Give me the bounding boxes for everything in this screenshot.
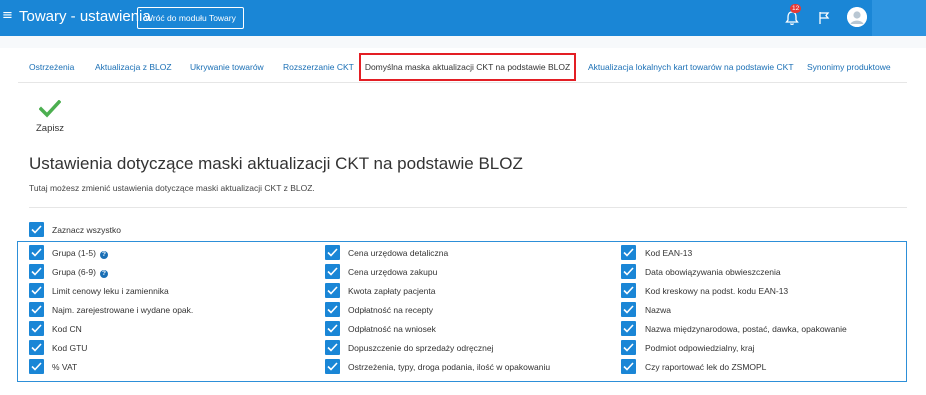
tab-rozszerzanie-ckt[interactable]: Rozszerzanie CKT <box>283 62 354 72</box>
tab-aktualizacja-lokalnych-kart[interactable]: Aktualizacja lokalnych kart towarów na p… <box>588 62 794 72</box>
option-label: Kod EAN-13 <box>645 248 693 258</box>
section-divider <box>29 207 907 208</box>
option-label: Kwota zapłaty pacjenta <box>348 286 436 296</box>
option-checkbox[interactable] <box>621 359 636 374</box>
option-checkbox[interactable] <box>621 283 636 298</box>
tab-ukrywanie-towarow[interactable]: Ukrywanie towarów <box>190 62 264 72</box>
option-checkbox[interactable] <box>325 340 340 355</box>
option-label: Kod GTU <box>52 343 88 353</box>
bell-icon[interactable]: 12 <box>785 4 802 26</box>
option-checkbox[interactable] <box>29 283 44 298</box>
option-checkbox[interactable] <box>29 264 44 279</box>
menu-icon[interactable]: ≡ <box>2 8 13 23</box>
page-title: Towary - ustawienia <box>19 8 151 25</box>
section-description: Tutaj możesz zmienić ustawienia dotycząc… <box>29 183 315 193</box>
option-label: Odpłatność na wniosek <box>348 324 436 334</box>
option-label: Dopuszczenie do sprzedaży odręcznej <box>348 343 494 353</box>
option-checkbox[interactable] <box>621 321 636 336</box>
option-checkbox[interactable] <box>621 264 636 279</box>
option-checkbox[interactable] <box>325 283 340 298</box>
option-label: Czy raportować lek do ZSMOPL <box>645 362 767 372</box>
option-label: Grupa (1-5)? <box>52 248 108 259</box>
option-checkbox[interactable] <box>325 245 340 260</box>
option-checkbox[interactable] <box>29 340 44 355</box>
save-label: Zapisz <box>36 123 64 134</box>
option-checkbox[interactable] <box>621 245 636 260</box>
avatar-icon[interactable] <box>847 7 867 27</box>
section-title: Ustawienia dotyczące maski aktualizacji … <box>29 154 523 173</box>
save-button[interactable]: Zapisz <box>30 100 70 134</box>
option-label: Nazwa międzynarodowa, postać, dawka, opa… <box>645 324 847 334</box>
select-all-checkbox[interactable] <box>29 222 44 237</box>
option-label: Odpłatność na recepty <box>348 305 434 315</box>
option-label: % VAT <box>52 362 78 372</box>
check-icon <box>39 100 61 118</box>
tab-ostrzezenia[interactable]: Ostrzeżenia <box>29 62 74 72</box>
option-checkbox[interactable] <box>621 302 636 317</box>
option-label: Najm. zarejestrowane i wydane opak. <box>52 305 194 315</box>
tab-synonimy-produktowe[interactable]: Synonimy produktowe <box>807 62 891 72</box>
option-checkbox[interactable] <box>325 359 340 374</box>
tab-domyslna-maska[interactable]: Domyślna maska aktualizacji CKT na podst… <box>359 53 576 81</box>
back-to-module-button[interactable]: Wróć do modułu Towary <box>137 7 244 29</box>
option-checkbox[interactable] <box>325 264 340 279</box>
option-label: Cena urzędowa zakupu <box>348 267 438 277</box>
tab-aktualizacja-z-bloz[interactable]: Aktualizacja z BLOZ <box>95 62 172 72</box>
header-right-strip <box>872 0 926 36</box>
option-checkbox[interactable] <box>29 245 44 260</box>
option-checkbox[interactable] <box>29 359 44 374</box>
help-icon[interactable]: ? <box>99 251 108 259</box>
option-label: Nazwa <box>645 305 671 315</box>
option-label: Data obowiązywania obwieszczenia <box>645 267 781 277</box>
select-all-label: Zaznacz wszystko <box>52 225 121 235</box>
top-bar: ≡ Towary - ustawienia Wróć do modułu Tow… <box>0 0 926 36</box>
option-checkbox[interactable] <box>621 340 636 355</box>
option-label: Kod CN <box>52 324 82 334</box>
option-checkbox[interactable] <box>29 302 44 317</box>
option-checkbox[interactable] <box>325 302 340 317</box>
help-icon[interactable]: ? <box>99 270 108 278</box>
option-label: Limit cenowy leku i zamiennika <box>52 286 169 296</box>
flag-icon[interactable] <box>817 10 831 26</box>
tabs-divider <box>18 82 907 83</box>
option-label: Kod kreskowy na podst. kodu EAN-13 <box>645 286 789 296</box>
header-subband <box>0 36 926 48</box>
option-label: Ostrzeżenia, typy, droga podania, ilość … <box>348 362 551 372</box>
option-checkbox[interactable] <box>29 321 44 336</box>
option-label: Podmiot odpowiedzialny, kraj <box>645 343 755 353</box>
option-label: Grupa (6-9)? <box>52 267 108 278</box>
notification-badge: 12 <box>790 4 802 13</box>
option-label: Cena urzędowa detaliczna <box>348 248 449 258</box>
tab-domyslna-maska-label: Domyślna maska aktualizacji CKT na podst… <box>364 62 571 72</box>
option-checkbox[interactable] <box>325 321 340 336</box>
